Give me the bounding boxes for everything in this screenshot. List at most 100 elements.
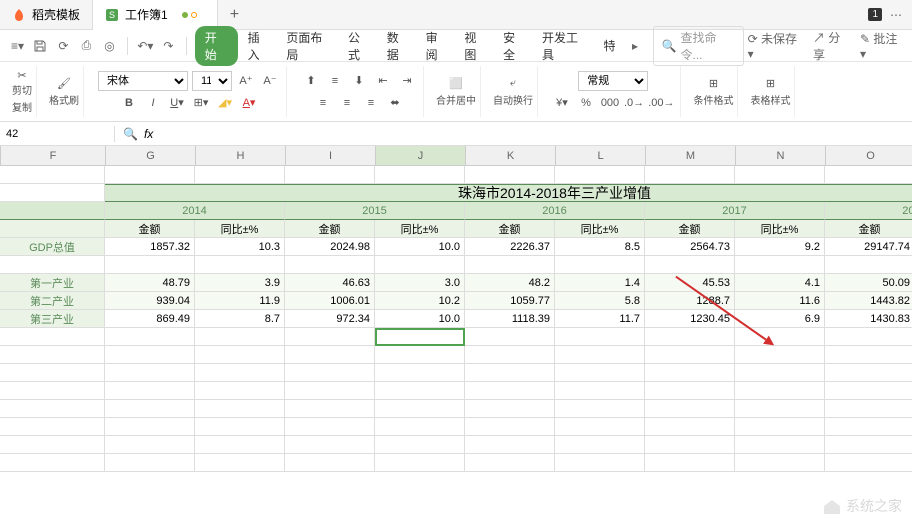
cell[interactable]: [735, 418, 825, 436]
cell[interactable]: [285, 436, 375, 454]
fx-label[interactable]: fx: [144, 127, 153, 141]
cell[interactable]: 金额: [105, 220, 195, 238]
cell[interactable]: [195, 166, 285, 184]
cell[interactable]: 9.2: [735, 238, 825, 256]
menu-start[interactable]: 开始: [195, 26, 238, 66]
cell[interactable]: [0, 220, 105, 238]
cell[interactable]: [645, 454, 735, 472]
cell[interactable]: [465, 346, 555, 364]
refresh-icon[interactable]: ⟳: [54, 36, 73, 56]
cell[interactable]: [375, 436, 465, 454]
cell[interactable]: 29147.74: [825, 238, 912, 256]
cell[interactable]: [735, 382, 825, 400]
cell[interactable]: [555, 400, 645, 418]
align-top-icon[interactable]: ⬆: [301, 71, 321, 91]
cell[interactable]: [0, 454, 105, 472]
col-header-G[interactable]: G: [106, 146, 196, 165]
col-header-L[interactable]: L: [556, 146, 646, 165]
font-color-icon[interactable]: A▾: [239, 93, 259, 113]
cell[interactable]: [195, 346, 285, 364]
cell[interactable]: [375, 382, 465, 400]
cell[interactable]: [195, 436, 285, 454]
cell[interactable]: 10.0: [375, 310, 465, 328]
fx-search-icon[interactable]: 🔍: [123, 127, 138, 141]
row-label[interactable]: 第三产业: [0, 310, 105, 328]
row-label[interactable]: 第一产业: [0, 274, 105, 292]
decimal-inc-icon[interactable]: .0→: [624, 93, 644, 113]
cell[interactable]: [465, 364, 555, 382]
cell[interactable]: [555, 436, 645, 454]
cell[interactable]: [555, 346, 645, 364]
cell[interactable]: 同比±%: [735, 220, 825, 238]
bold-icon[interactable]: B: [119, 93, 139, 113]
cell[interactable]: 10.0: [375, 238, 465, 256]
cell[interactable]: [825, 436, 912, 454]
cell[interactable]: 972.34: [285, 310, 375, 328]
table-title[interactable]: 珠海市2014-2018年三产业增值: [105, 184, 912, 202]
menu-formula[interactable]: 公式: [342, 26, 377, 66]
cond-format-icon[interactable]: ⊞: [709, 77, 718, 90]
underline-icon[interactable]: U▾: [167, 93, 187, 113]
cell[interactable]: 同比±%: [555, 220, 645, 238]
decrease-font-icon[interactable]: A⁻: [260, 71, 280, 91]
cell[interactable]: [375, 256, 465, 274]
cell[interactable]: 10.3: [195, 238, 285, 256]
command-search[interactable]: 🔍 查找命令...: [653, 26, 744, 66]
cell[interactable]: [105, 382, 195, 400]
row-label[interactable]: GDP总值: [0, 238, 105, 256]
cell[interactable]: 1118.39: [465, 310, 555, 328]
menu-special[interactable]: 特: [598, 34, 622, 57]
cell[interactable]: 50.09: [825, 274, 912, 292]
cut-icon[interactable]: ✂: [17, 69, 26, 82]
cell[interactable]: [555, 256, 645, 274]
cell[interactable]: [645, 382, 735, 400]
tab-template[interactable]: 稻壳模板: [0, 0, 93, 30]
cell[interactable]: [0, 364, 105, 382]
table-style-icon[interactable]: ⊞: [766, 77, 775, 90]
indent-right-icon[interactable]: ⇥: [397, 71, 417, 91]
cell[interactable]: [105, 454, 195, 472]
cell[interactable]: [0, 400, 105, 418]
increase-font-icon[interactable]: A⁺: [236, 71, 256, 91]
cell[interactable]: [735, 436, 825, 454]
cell[interactable]: 同比±%: [195, 220, 285, 238]
align-right-icon[interactable]: ≡: [361, 93, 381, 113]
year-header[interactable]: 2017: [645, 202, 825, 220]
cell[interactable]: [555, 328, 645, 346]
cell[interactable]: 2024.98: [285, 238, 375, 256]
cell[interactable]: [645, 166, 735, 184]
cell[interactable]: [555, 382, 645, 400]
cell[interactable]: [645, 418, 735, 436]
fill-color-icon[interactable]: ◢▾: [215, 93, 235, 113]
print-icon[interactable]: ⎙: [77, 36, 96, 56]
cell[interactable]: 5.8: [555, 292, 645, 310]
wrap-icon[interactable]: ⤶: [510, 77, 516, 90]
year-header[interactable]: 2015: [285, 202, 465, 220]
cell[interactable]: 8.5: [555, 238, 645, 256]
cell[interactable]: [285, 364, 375, 382]
cell[interactable]: [825, 256, 912, 274]
font-size-select[interactable]: 11: [192, 71, 232, 91]
brush-icon[interactable]: 🖌: [57, 77, 71, 90]
year-header[interactable]: 2018: [825, 202, 912, 220]
cell[interactable]: [195, 454, 285, 472]
cell[interactable]: [465, 400, 555, 418]
cell[interactable]: 8.7: [195, 310, 285, 328]
cell[interactable]: [285, 382, 375, 400]
undo-icon[interactable]: ↶▾: [136, 36, 155, 56]
cell[interactable]: [285, 418, 375, 436]
cell[interactable]: [825, 166, 912, 184]
save-icon[interactable]: [31, 36, 50, 56]
row-label[interactable]: [0, 256, 105, 274]
cell[interactable]: [465, 166, 555, 184]
cell[interactable]: 1857.32: [105, 238, 195, 256]
cell[interactable]: [825, 400, 912, 418]
cell[interactable]: [195, 256, 285, 274]
cell[interactable]: [0, 166, 105, 184]
selected-cell[interactable]: [375, 328, 465, 346]
share-button[interactable]: ↗ 分享: [813, 29, 850, 63]
align-bottom-icon[interactable]: ⬇: [349, 71, 369, 91]
align-left-icon[interactable]: ≡: [313, 93, 333, 113]
cell[interactable]: [645, 346, 735, 364]
annotate-button[interactable]: ✎ 批注 ▾: [860, 30, 904, 61]
